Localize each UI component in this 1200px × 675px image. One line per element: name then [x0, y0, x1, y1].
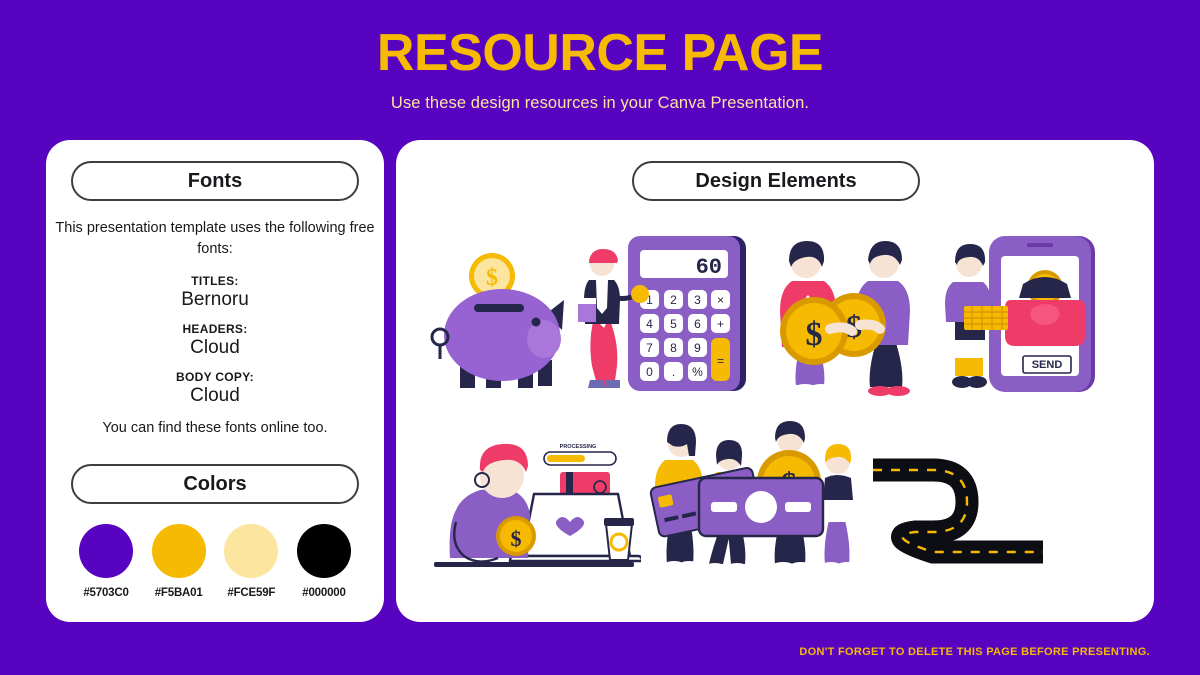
color-swatch-hex: #000000 [302, 587, 346, 599]
font-entry-label: TITLES: [191, 274, 239, 288]
svg-text:9: 9 [694, 341, 701, 355]
design-elements-grid: $ 60 1 2 3 × 4 5 6 + 7 8 9 0 . % = $ $ S… [426, 224, 1126, 596]
svg-text:.: . [672, 365, 675, 379]
design-elements-heading: Design Elements [632, 161, 920, 201]
illustration-piggy-bank-with-coin[interactable]: $ [426, 228, 576, 398]
color-swatch: #5703C0 [75, 524, 137, 599]
color-swatch-hex: #FCE59F [227, 587, 276, 599]
winding-road-icon [873, 458, 1043, 564]
color-swatch-dot [79, 524, 133, 578]
svg-text:8: 8 [670, 341, 677, 355]
svg-text:=: = [717, 354, 724, 368]
group-with-card-icon: $ [649, 421, 859, 573]
page-title: RESOURCE PAGE [376, 24, 824, 82]
page-subtitle: Use these design resources in your Canva… [390, 94, 810, 112]
font-entry-value: Cloud [190, 385, 240, 406]
illustration-calculator-with-person[interactable]: 60 1 2 3 × 4 5 6 + 7 8 9 0 . % = [576, 228, 756, 398]
fonts-and-colors-card: Fonts This presentation template uses th… [46, 140, 384, 622]
font-entry-label: HEADERS: [182, 322, 248, 336]
color-swatch-hex: #5703C0 [83, 587, 129, 599]
svg-text:×: × [717, 293, 724, 307]
fonts-intro-text: This presentation template uses the foll… [55, 220, 375, 258]
mobile-payment-icon: $ SEND [945, 236, 1095, 392]
font-entry-value: Cloud [190, 337, 240, 358]
svg-text:$: $ [511, 526, 522, 551]
svg-text:2: 2 [670, 293, 677, 307]
svg-text:0: 0 [646, 365, 653, 379]
svg-text:6: 6 [694, 317, 701, 331]
color-swatch: #F5BA01 [148, 524, 210, 599]
color-swatch-hex: #F5BA01 [154, 587, 203, 599]
color-swatch-dot [296, 524, 351, 578]
svg-text:7: 7 [646, 341, 653, 355]
design-elements-row-1: $ 60 1 2 3 × 4 5 6 + 7 8 9 0 . % = $ $ S… [426, 228, 1126, 398]
color-swatch-list: #5703C0 #F5BA01 #FCE59F #000000 [71, 524, 359, 599]
slide-canvas: RESOURCE PAGE Use these design resources… [0, 0, 1200, 675]
svg-text:4: 4 [646, 317, 653, 331]
font-entry-label: BODY COPY: [176, 370, 254, 384]
colors-section-heading: Colors [71, 464, 359, 504]
svg-text:%: % [692, 365, 703, 379]
illustration-mobile-payment-purse[interactable]: $ SEND [931, 228, 1106, 398]
illustration-two-people-holding-coins[interactable]: $ $ [756, 228, 931, 398]
illustration-group-holding-credit-card[interactable]: $ [641, 410, 871, 580]
svg-text:SEND: SEND [1032, 359, 1063, 371]
svg-text:5: 5 [670, 317, 677, 331]
footer-warning-note: DON'T FORGET TO DELETE THIS PAGE BEFORE … [799, 646, 1150, 658]
color-swatch: #FCE59F [220, 524, 282, 599]
svg-text:$: $ [486, 265, 498, 291]
fonts-outro-text: You can find these fonts online too. [102, 420, 328, 436]
font-entry-titles: TITLES: Bernoru [46, 274, 384, 312]
illustration-person-at-laptop[interactable]: PROCESSING $ [426, 410, 641, 580]
fonts-section-heading: Fonts [71, 161, 359, 201]
font-entry-body-copy: BODY COPY: Cloud [46, 370, 384, 408]
design-elements-card: Design Elements $ 60 1 2 3 × 4 5 6 + 7 8… [396, 140, 1154, 622]
design-elements-row-2: PROCESSING $ [426, 410, 1126, 580]
color-swatch: #000000 [293, 524, 355, 599]
font-entry-value: Bernoru [181, 289, 249, 310]
people-with-coins-icon: $ $ [780, 241, 910, 396]
piggy-bank-icon: $ [430, 253, 564, 388]
svg-text:60: 60 [696, 255, 722, 280]
color-swatch-dot [151, 524, 206, 578]
laptop-work-icon: PROCESSING $ [434, 443, 641, 567]
calculator-icon: 60 1 2 3 × 4 5 6 + 7 8 9 0 . % = [578, 236, 746, 391]
svg-text:PROCESSING: PROCESSING [560, 444, 597, 450]
svg-text:$: $ [806, 316, 823, 353]
illustration-winding-road[interactable] [871, 410, 1046, 580]
font-entry-headers: HEADERS: Cloud [46, 322, 384, 360]
svg-text:+: + [717, 317, 724, 331]
svg-text:3: 3 [694, 293, 701, 307]
color-swatch-dot [224, 524, 279, 578]
